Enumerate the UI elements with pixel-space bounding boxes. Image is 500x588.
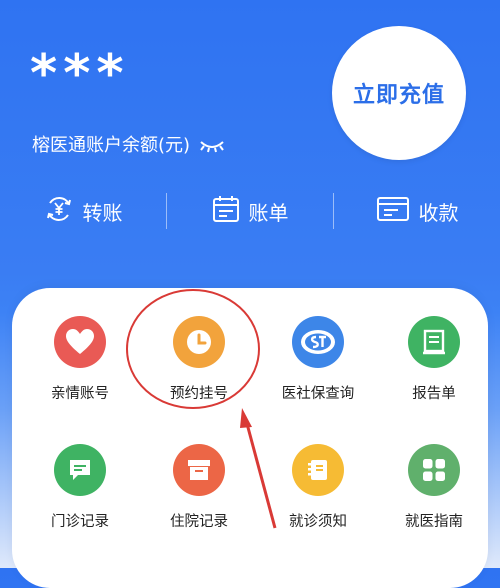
balance-amount: *** <box>30 44 130 104</box>
service-family-account[interactable]: 亲情账号 <box>25 316 135 403</box>
transfer-label: 转账 <box>82 200 123 225</box>
bill-button[interactable]: 账单 <box>167 194 333 229</box>
calendar-icon <box>212 194 249 229</box>
service-label: 报告单 <box>412 386 456 402</box>
service-label: 就医指南 <box>405 514 463 530</box>
balance-label-row: 榕医通账户余额(元) <box>32 131 226 157</box>
service-label: 住院记录 <box>170 514 228 530</box>
service-label: 医社保查询 <box>281 386 355 402</box>
service-visit-notice[interactable]: 就诊须知 <box>263 444 373 531</box>
archive-box-icon <box>173 444 225 496</box>
service-insurance-query[interactable]: 医社保查询 <box>263 316 373 403</box>
receipt-card-icon <box>376 195 419 228</box>
service-medical-guide[interactable]: 就医指南 <box>379 444 489 531</box>
heart-icon <box>54 316 106 368</box>
grid-guide-icon <box>408 444 460 496</box>
social-insurance-icon <box>292 316 344 368</box>
transfer-yen-icon <box>44 194 83 229</box>
chat-record-icon <box>54 444 106 496</box>
recharge-button[interactable]: 立即充值 <box>332 26 466 160</box>
account-header: *** 榕医通账户余额(元) 立即充值 转账 账单 收款 <box>0 0 500 290</box>
service-outpatient-records[interactable]: 门诊记录 <box>25 444 135 531</box>
service-appointment[interactable]: 预约挂号 <box>144 316 254 403</box>
eye-closed-icon[interactable] <box>198 137 226 153</box>
collect-label: 收款 <box>418 200 459 225</box>
clock-icon <box>173 316 225 368</box>
service-label: 门诊记录 <box>51 514 109 530</box>
service-inpatient-records[interactable]: 住院记录 <box>144 444 254 531</box>
notice-book-icon <box>292 444 344 496</box>
services-card: 亲情账号 预约挂号 医社保查询 报告单 门诊记录 住院记录 就诊须知 就医指南 <box>12 288 488 588</box>
collect-button[interactable]: 收款 <box>334 195 500 228</box>
account-actions: 转账 账单 收款 <box>0 188 500 234</box>
bill-label: 账单 <box>248 200 289 225</box>
balance-label: 榕医通账户余额(元) <box>32 135 191 156</box>
service-label: 亲情账号 <box>51 386 109 402</box>
service-label: 预约挂号 <box>170 386 228 402</box>
transfer-button[interactable]: 转账 <box>0 194 166 229</box>
service-report[interactable]: 报告单 <box>379 316 489 403</box>
report-icon <box>408 316 460 368</box>
service-label: 就诊须知 <box>289 514 347 530</box>
